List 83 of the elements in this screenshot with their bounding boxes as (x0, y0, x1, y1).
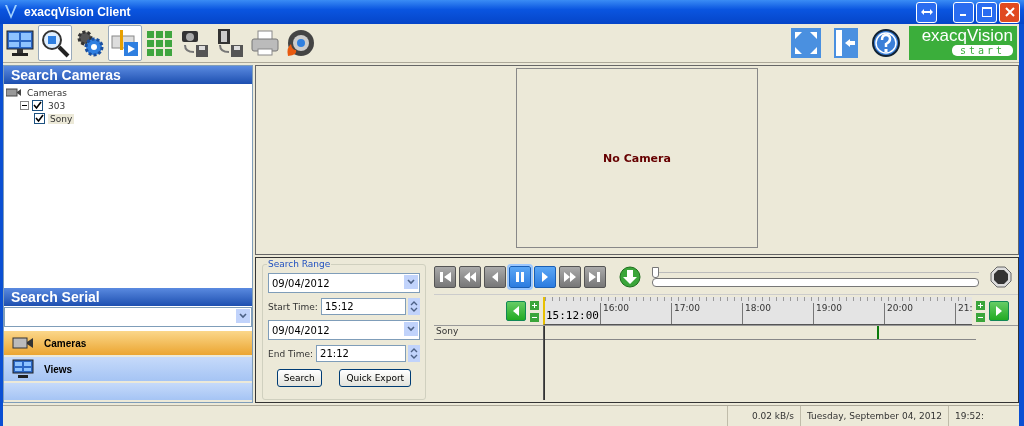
field-label: Start Time: (268, 301, 318, 312)
track-name: Sony (434, 326, 543, 340)
tree-item[interactable]: Cameras (25, 87, 69, 98)
panel-title: Search Cameras (4, 66, 252, 84)
forward-button[interactable] (559, 266, 581, 288)
field-label: End Time: (268, 348, 314, 359)
collapse-panel-icon (834, 28, 858, 58)
ruler-tick-label: 17:00 (670, 303, 742, 324)
rewind-button[interactable] (459, 266, 481, 288)
ruler-tick-label: 19:00 (812, 303, 884, 324)
settings-icon (75, 28, 105, 58)
panel-title: Search Serial (4, 288, 252, 306)
ruler-tick-label: 18:00 (741, 303, 813, 324)
first-button[interactable] (434, 266, 456, 288)
maximize-button[interactable] (976, 1, 997, 23)
no-camera-message: No Camera (603, 151, 671, 165)
help-icon (871, 28, 901, 58)
last-icon (588, 270, 602, 284)
printer-icon (250, 28, 280, 58)
spin-arrows-icon[interactable] (408, 345, 420, 362)
checkbox[interactable] (34, 113, 45, 124)
current-time: 15:12:00 (544, 308, 600, 324)
last-button[interactable] (584, 266, 606, 288)
app-logo-icon (4, 4, 18, 20)
resize-button[interactable] (916, 1, 937, 23)
transfer-rate: 0.02 kB/s (726, 406, 800, 426)
fullscreen-button[interactable] (789, 25, 823, 61)
double-arrow-icon (920, 8, 933, 16)
first-icon (438, 270, 452, 284)
scroll-left-button[interactable] (505, 301, 526, 321)
camera-save-icon (180, 28, 210, 58)
collapse-toggle-icon[interactable] (20, 101, 29, 110)
download-icon[interactable] (619, 266, 641, 288)
search-button[interactable]: Search (276, 369, 322, 387)
monitor-icon (12, 359, 34, 379)
quick-export-button[interactable]: Quick Export (339, 369, 412, 387)
play-button[interactable] (534, 266, 556, 288)
forward-icon (563, 270, 577, 284)
maximize-icon (981, 7, 992, 17)
timeline-tool-button[interactable] (108, 25, 142, 61)
speed-slider[interactable] (652, 266, 659, 278)
camera-icon (6, 88, 22, 97)
search-icon (40, 28, 70, 58)
rewind-icon (463, 270, 477, 284)
timeline-play-icon (110, 28, 140, 58)
window-title: exacqVision Client (24, 5, 131, 19)
back-button[interactable] (484, 266, 506, 288)
end-date-dropdown[interactable]: 09/04/2012 (268, 320, 420, 340)
nav-item[interactable]: Views (4, 357, 252, 381)
spin-arrows-icon[interactable] (408, 298, 420, 315)
scroll-right-button[interactable] (989, 301, 1010, 321)
ruler-tick-label: 20:00 (883, 303, 955, 324)
stop-button[interactable] (990, 266, 1012, 288)
monitor-icon (5, 29, 35, 57)
tree-item[interactable]: 303 (46, 100, 68, 111)
camera-icon (12, 336, 34, 350)
nav-item[interactable]: Cameras (4, 331, 252, 355)
start-time-field[interactable]: 15:12 (320, 298, 406, 315)
status-time: 19:52: (948, 406, 1005, 426)
search-tool-button[interactable] (38, 25, 72, 61)
group-title: Search Range (267, 259, 332, 269)
disc-burn-icon (285, 28, 315, 58)
close-icon (1004, 7, 1015, 17)
grid-icon (145, 28, 175, 58)
zoom-in-button[interactable] (976, 300, 986, 310)
minimize-icon (959, 14, 966, 16)
serial-dropdown[interactable] (4, 307, 252, 327)
minimize-button[interactable] (953, 1, 974, 23)
checkbox[interactable] (32, 100, 43, 111)
start-date-dropdown[interactable]: 09/04/2012 (268, 273, 420, 293)
status-date: Tuesday, September 04, 2012 (799, 406, 948, 426)
pause-button[interactable] (509, 266, 531, 288)
zoom-out-button[interactable] (976, 312, 986, 322)
zoom-out-button[interactable] (529, 312, 539, 322)
ruler-tick-label: 21: (954, 303, 973, 324)
expand-arrows-icon (791, 28, 821, 58)
close-button[interactable] (999, 1, 1020, 23)
film-save-icon (215, 28, 245, 58)
ruler-tick-label: 16:00 (599, 303, 671, 324)
zoom-in-button[interactable] (529, 300, 539, 310)
pause-icon (513, 270, 527, 284)
end-time-field[interactable]: 21:12 (316, 345, 406, 362)
tree-item[interactable]: Sony (48, 113, 75, 124)
